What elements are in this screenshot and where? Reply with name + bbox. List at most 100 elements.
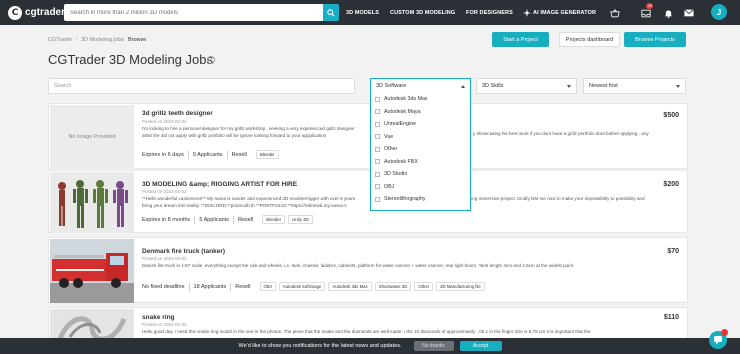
basket-icon[interactable] xyxy=(609,7,621,19)
nav-custom-3d-modeling[interactable]: CUSTOM 3D MODELING xyxy=(390,0,455,25)
job-applicants: 5 Applicants xyxy=(199,216,229,223)
info-icon[interactable]: i xyxy=(207,56,215,64)
job-expiry: Expires in 8 months xyxy=(142,216,191,223)
software-tag[interactable]: Shockwave 3D xyxy=(374,282,412,291)
chat-unread-dot xyxy=(721,329,728,336)
nav-3d-models[interactable]: 3D MODELS xyxy=(346,0,379,25)
dropdown-option[interactable]: Stereolithography xyxy=(371,193,470,206)
job-description: Hello good day, i need this snake ring m… xyxy=(142,329,591,334)
job-description-line: y showcasing his best work if you dont h… xyxy=(473,131,649,136)
start-project-button[interactable]: Start a Project xyxy=(492,32,549,47)
option-label: Vue xyxy=(384,133,394,140)
nav-for-designers[interactable]: FOR DESIGNERS xyxy=(466,0,513,25)
software-tag[interactable]: Autodesk Softimage xyxy=(278,282,326,291)
accept-button[interactable]: Accept xyxy=(459,341,502,351)
software-tag[interactable]: Autodesk 3ds Max xyxy=(328,282,372,291)
logo-text: cgtrader xyxy=(25,7,66,18)
job-expiry: Expires in 6 days xyxy=(142,151,184,158)
skills-filter-select[interactable]: 3D Skills xyxy=(476,78,577,94)
no-thanks-button[interactable]: No thanks xyxy=(413,341,454,351)
job-title[interactable]: Denmark fire truck (tanker) xyxy=(142,248,225,255)
top-navigation-bar: C cgtrader 3D MODELS CUSTOM 3D MODELING … xyxy=(0,0,740,25)
job-search-placeholder: Search xyxy=(54,83,72,89)
checkbox[interactable] xyxy=(375,121,380,127)
inbox-icon[interactable]: 20 xyxy=(640,3,654,19)
browse-projects-button[interactable]: Browse Projects xyxy=(624,32,686,47)
no-image-text: No Image Provided xyxy=(68,134,116,140)
sort-value: Newest first xyxy=(589,83,618,89)
site-search xyxy=(64,4,324,21)
breadcrumb-cgtrader[interactable]: CGTrader xyxy=(48,37,72,43)
checkbox[interactable] xyxy=(375,146,380,152)
mail-icon[interactable] xyxy=(683,7,695,19)
job-meta: Expires in 6 days 9 Applicants Resell Bl… xyxy=(142,150,282,159)
software-filter-value: 3D Software xyxy=(376,83,407,89)
software-tag[interactable]: Unity 3D xyxy=(288,215,313,224)
option-label: Stereolithography xyxy=(384,196,426,203)
user-avatar[interactable]: J xyxy=(711,4,727,20)
dropdown-option[interactable]: Other xyxy=(371,143,470,156)
search-button[interactable] xyxy=(323,4,339,21)
job-meta: Expires in 8 months 5 Applicants Resell … xyxy=(142,215,316,224)
software-tag[interactable]: Other xyxy=(414,282,434,291)
notification-count-badge: 20 xyxy=(646,3,654,9)
nav-ai-image-generator[interactable]: AI IMAGE GENERATOR xyxy=(533,0,596,25)
job-applicants: 18 Applicants xyxy=(193,283,227,290)
job-resell: Resell xyxy=(235,283,251,290)
software-tag[interactable]: 3D Manufacturing file xyxy=(436,282,485,291)
checkbox[interactable] xyxy=(375,159,380,165)
ai-sparkle-icon xyxy=(521,7,533,19)
dropdown-option[interactable]: Vue xyxy=(371,131,470,144)
checkbox[interactable] xyxy=(375,109,380,115)
breadcrumb-3d-modeling-jobs[interactable]: 3D Modeling jobs xyxy=(81,37,124,43)
job-price: $200 xyxy=(663,181,679,188)
dropdown-option[interactable]: Autodesk FBX xyxy=(371,156,470,169)
site-search-input[interactable] xyxy=(70,9,310,16)
software-tag[interactable]: OBJ xyxy=(259,282,276,291)
dropdown-option[interactable]: Autodesk 3ds Max xyxy=(371,93,470,106)
software-tag[interactable]: Blender xyxy=(255,150,279,159)
job-description: Danish fire truck in 1:87 scale, everyth… xyxy=(142,263,575,268)
search-icon xyxy=(327,8,335,17)
job-meta: No fixed deadline 18 Applicants Resell O… xyxy=(142,282,488,291)
job-price: $70 xyxy=(667,248,679,255)
checkbox[interactable] xyxy=(375,184,380,190)
checkbox[interactable] xyxy=(375,134,380,140)
software-tag[interactable]: Blender xyxy=(262,215,286,224)
sort-select[interactable]: Newest first xyxy=(583,78,686,94)
chevron-down-icon xyxy=(461,85,465,88)
job-date: Posted on 2023-02-03 xyxy=(142,256,187,261)
job-title[interactable]: 3D MODELING &amp; RIGGING ARTIST FOR HIR… xyxy=(142,181,297,188)
job-price: $110 xyxy=(663,314,679,321)
dropdown-option[interactable]: OBJ xyxy=(371,181,470,194)
logo-mark: C xyxy=(8,5,22,20)
option-label: OBJ xyxy=(384,183,395,190)
job-card[interactable]: Denmark fire truck (tanker) Posted on 20… xyxy=(48,237,688,303)
job-date: Posted on 2023-02-04 xyxy=(142,119,187,124)
projects-dashboard-button[interactable]: Projects dashboard xyxy=(559,32,620,47)
chat-widget-button[interactable] xyxy=(709,329,728,349)
option-label: Autodesk 3ds Max xyxy=(384,96,428,103)
logo[interactable]: C cgtrader xyxy=(8,5,66,20)
checkbox[interactable] xyxy=(375,171,380,177)
option-label: 3D Studio xyxy=(384,171,408,178)
software-filter-select[interactable]: 3D Software xyxy=(370,78,471,94)
job-description-line: artist the did not apply with grillz por… xyxy=(142,133,327,138)
checkbox[interactable] xyxy=(375,96,380,102)
checkbox[interactable] xyxy=(375,196,380,202)
job-price: $500 xyxy=(663,112,679,119)
job-card-right: $500 y showcasing his best work if you d… xyxy=(471,103,688,169)
breadcrumb-separator: / xyxy=(123,37,125,43)
job-card[interactable]: 3D MODELING &amp; RIGGING ARTIST FOR HIR… xyxy=(48,170,688,233)
software-dropdown-menu: Autodesk 3ds Max Autodesk Maya UnrealEng… xyxy=(370,93,471,211)
option-label: Autodesk FBX xyxy=(384,158,418,165)
consent-text: We'd like to show you notifications for … xyxy=(238,343,402,349)
job-title[interactable]: snake ring xyxy=(142,314,175,321)
job-title[interactable]: 3d grillz teeth designer xyxy=(142,110,213,117)
skills-filter-value: 3D Skills xyxy=(482,83,504,89)
dropdown-option[interactable]: UnrealEngine xyxy=(371,118,470,131)
dropdown-option[interactable]: Autodesk Maya xyxy=(371,106,470,119)
dropdown-option[interactable]: 3D Studio xyxy=(371,168,470,181)
notification-bell-icon[interactable] xyxy=(662,7,674,19)
job-search-field[interactable]: Search xyxy=(48,78,355,94)
